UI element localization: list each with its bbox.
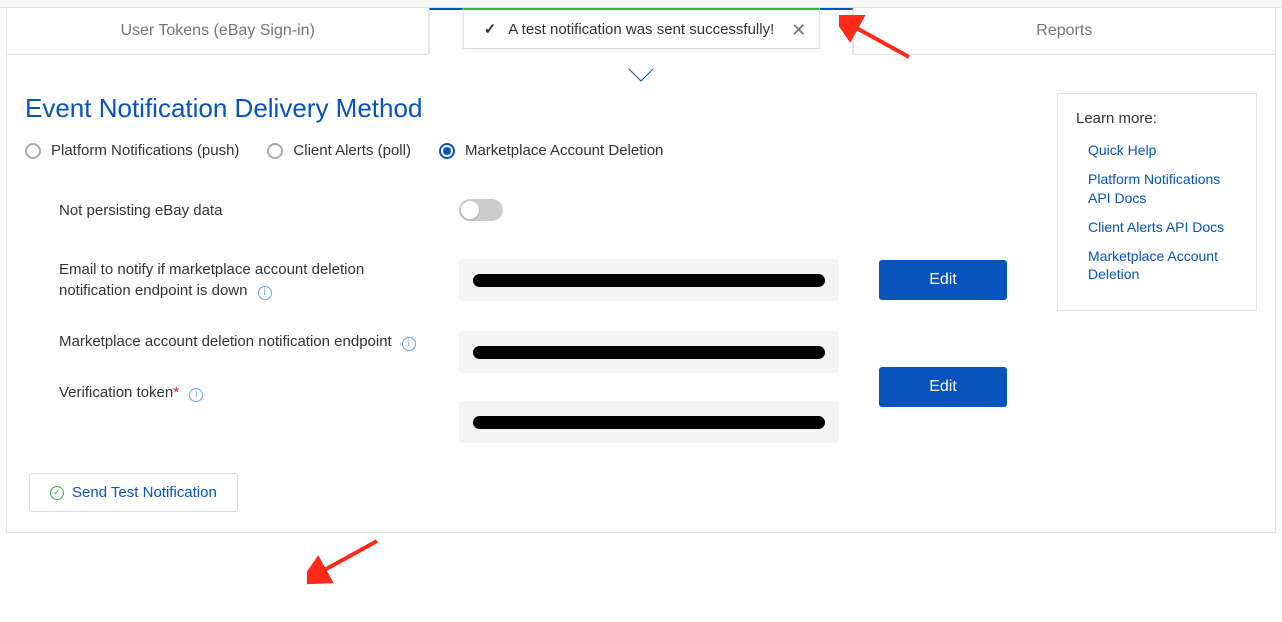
tab-reports[interactable]: Reports [853,8,1276,55]
link-client-alerts-docs[interactable]: Client Alerts API Docs [1088,218,1238,237]
toast-message: A test notification was sent successfull… [508,21,774,38]
radio-marketplace-deletion[interactable]: Marketplace Account Deletion [439,142,663,159]
radio-label: Platform Notifications (push) [51,142,239,159]
toggle-knob [461,201,479,219]
persist-data-label: Not persisting eBay data [59,200,419,221]
check-circle-icon: ✓ [50,486,64,500]
tab-user-tokens[interactable]: User Tokens (eBay Sign-in) [6,8,429,55]
radio-client-alerts[interactable]: Client Alerts (poll) [267,142,411,159]
info-icon[interactable]: i [189,388,203,402]
info-icon[interactable]: i [258,286,272,300]
radio-label: Client Alerts (poll) [293,142,411,159]
endpoint-label: Marketplace account deletion notificatio… [59,331,419,352]
toast-notification: ✓ A test notification was sent successfu… [463,8,820,49]
learn-more-title: Learn more: [1076,110,1238,127]
edit-email-button[interactable]: Edit [879,260,1007,300]
tabs-row: User Tokens (eBay Sign-in) Reports ✓ A t… [0,8,1282,55]
email-label: Email to notify if marketplace account d… [59,259,419,301]
endpoint-field[interactable] [459,331,839,373]
link-marketplace-deletion[interactable]: Marketplace Account Deletion [1088,247,1238,285]
send-test-label: Send Test Notification [72,484,217,501]
learn-more-panel: Learn more: Quick Help Platform Notifica… [1057,93,1257,311]
radio-platform-notifications[interactable]: Platform Notifications (push) [25,142,239,159]
link-quick-help[interactable]: Quick Help [1088,141,1238,160]
link-platform-docs[interactable]: Platform Notifications API Docs [1088,170,1238,208]
checkmark-icon: ✓ [484,20,497,38]
send-test-notification-button[interactable]: ✓ Send Test Notification [29,473,238,512]
token-field[interactable] [459,401,839,443]
radio-icon [439,143,455,159]
close-icon[interactable]: ✕ [791,20,806,41]
endpoint-token-row: Marketplace account deletion notificatio… [59,331,1257,443]
info-icon[interactable]: i [402,337,416,351]
email-field[interactable] [459,259,839,301]
edit-endpoint-button[interactable]: Edit [879,367,1007,407]
token-label: Verification token* i [59,382,419,403]
annotation-arrow-send-test [307,535,387,585]
radio-label: Marketplace Account Deletion [465,142,663,159]
radio-icon [267,143,283,159]
persist-data-toggle[interactable] [459,199,503,221]
radio-icon [25,143,41,159]
main-content: Event Notification Delivery Method Platf… [6,55,1276,533]
